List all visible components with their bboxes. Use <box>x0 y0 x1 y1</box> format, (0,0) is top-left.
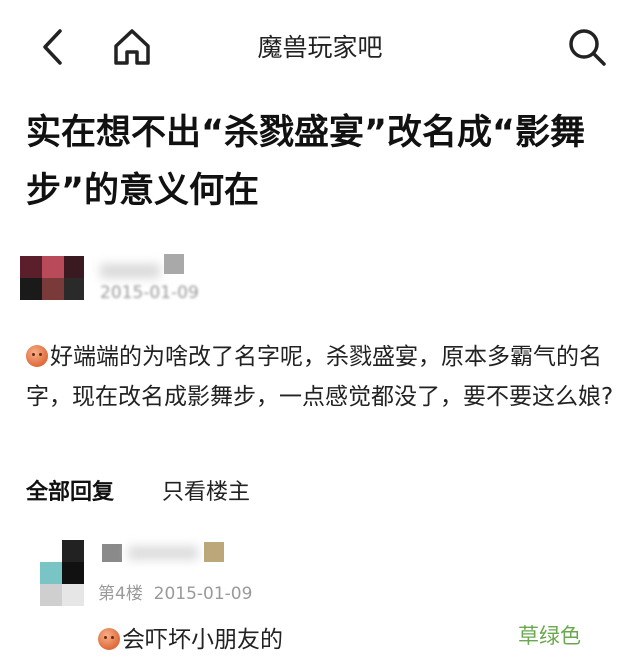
emoji-face-icon <box>98 628 120 650</box>
forum-title: 魔兽玩家吧 <box>257 33 383 62</box>
color-tag: 草绿色 <box>518 624 581 648</box>
post-body-text: 好端端的为啥改了名字呢，杀戮盛宴，原本多霸气的名字，现在改名成影舞步，一点感觉都… <box>26 344 614 410</box>
reply-author-name[interactable] <box>98 540 228 566</box>
search-icon <box>569 29 606 66</box>
all-replies-tab[interactable]: 全部回复 <box>26 474 114 506</box>
emoji-face-icon <box>26 345 48 367</box>
author-name[interactable] <box>100 252 190 280</box>
author-avatar[interactable] <box>20 256 84 300</box>
post-title: 实在想不出“杀戮盛宴”改名成“影舞步”的意义何在 <box>26 113 586 211</box>
post-body: 好端端的为啥改了名字呢，杀戮盛宴，原本多霸气的名字，现在改名成影舞步，一点感觉都… <box>26 337 621 417</box>
reply-content: 会吓坏小朋友的 <box>98 620 283 654</box>
search-button[interactable] <box>566 26 608 68</box>
reply-date: 2015-01-09 <box>153 584 253 604</box>
floor-number: 第4楼 <box>98 584 143 604</box>
reply-meta: 第4楼 2015-01-09 <box>98 579 252 604</box>
only-owner-tab[interactable]: 只看楼主 <box>162 474 250 506</box>
reply-avatar[interactable] <box>40 540 84 606</box>
reply-text: 会吓坏小朋友的 <box>122 627 283 653</box>
post-date: 2015-01-09 <box>100 283 199 303</box>
